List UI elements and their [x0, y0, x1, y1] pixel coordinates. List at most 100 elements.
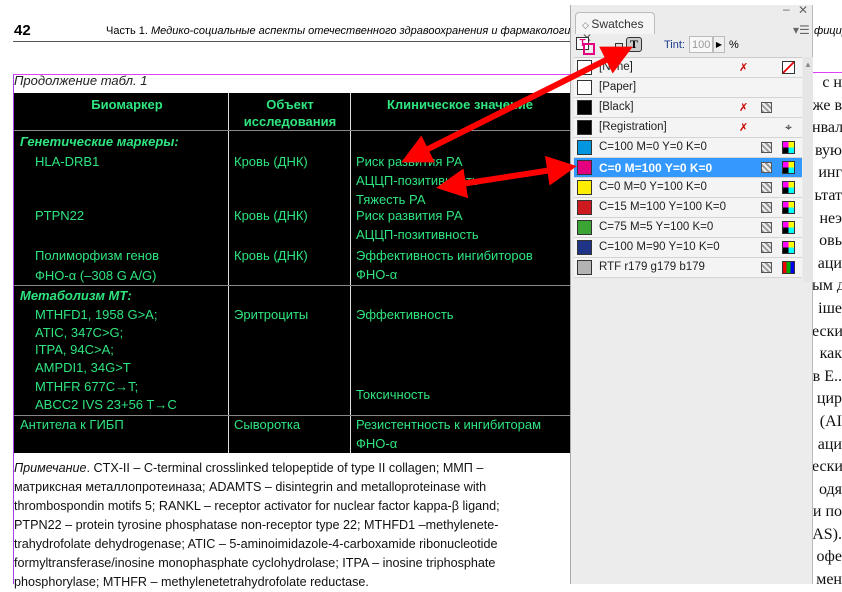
- minimize-icon[interactable]: –: [783, 2, 790, 16]
- process-color-icon: [761, 222, 772, 233]
- object-cell: Эритроциты: [234, 307, 309, 322]
- running-head-title: Медико-социальные аспекты отечественного…: [151, 25, 577, 37]
- swatch-name: C=0 M=0 Y=100 K=0: [599, 181, 707, 193]
- swatch-name: [None]: [599, 61, 633, 73]
- table-note[interactable]: Примечание. CTX-II – C-terminal crosslin…: [14, 459, 570, 592]
- close-panel-icon[interactable]: ✕: [798, 3, 808, 17]
- row-divider: [14, 285, 570, 286]
- body-text-line: офе: [816, 548, 842, 566]
- object-cell: Сыворотка: [234, 417, 301, 432]
- cmyk-mode-icon: [782, 161, 795, 174]
- swatch-name: [Registration]: [599, 121, 667, 133]
- note-text: PTPN22 – protein tyrosine phosphatase no…: [14, 518, 499, 532]
- body-text-line: аци: [817, 435, 842, 453]
- clinical-value-cell: АЦЦП-позитивность: [356, 173, 479, 188]
- cmyk-mode-icon: [782, 181, 795, 194]
- note-text: . CTX-II – C-terminal crosslinked telope…: [86, 461, 484, 475]
- swatch-row[interactable]: C=15 M=100 Y=100 K=0: [574, 198, 802, 218]
- swatch-color-chip: [577, 100, 592, 115]
- swatch-row[interactable]: C=0 M=0 Y=100 K=0: [574, 178, 802, 198]
- swatch-row[interactable]: RTF r179 g179 b179: [574, 258, 802, 278]
- object-cell: Кровь (ДНК): [234, 208, 308, 223]
- biomarker-cell: Антитела к ГИБП: [20, 417, 124, 432]
- note-line: thrombospondin motifs 5; RANKL – recepto…: [14, 497, 570, 516]
- swatch-row[interactable]: C=100 M=0 Y=0 K=0: [574, 138, 802, 158]
- swatches-panel[interactable]: – ✕ ◇ Swatches ✕ ▾☰ T T Tint: 100 ▶ % [N…: [570, 2, 813, 584]
- right-column-text[interactable]: с н же в нвал вую инг ьтат неэ овь аци ым д іше еск…: [812, 72, 842, 592]
- swatch-color-chip: [577, 120, 592, 135]
- body-text-line: ески: [812, 458, 842, 476]
- no-edit-icon: ✗: [739, 102, 749, 114]
- panel-menu-icon[interactable]: ▾☰: [793, 23, 810, 37]
- body-text-line: с н: [822, 74, 842, 91]
- tab-swatches[interactable]: ◇ Swatches ✕: [575, 12, 655, 45]
- swatch-row[interactable]: [Paper]: [574, 78, 802, 98]
- body-text-line: аци: [817, 254, 842, 272]
- body-text-line: же в: [812, 96, 842, 114]
- swatch-color-chip: [577, 180, 592, 195]
- swatch-color-chip: [577, 240, 592, 255]
- object-cell: Кровь (ДНК): [234, 154, 308, 169]
- body-text-line: неэ: [819, 209, 842, 227]
- body-text-line: ым д: [812, 277, 842, 295]
- body-text-line: (AI: [819, 412, 842, 430]
- process-color-icon: [761, 142, 772, 153]
- biomarker-cell: ABCC2 IVS 23+56 T→C: [35, 396, 177, 412]
- swatch-list[interactable]: [None] ✗ [Paper] [Black] ✗ [Registration] ✗ ⌖ C=…: [574, 57, 802, 278]
- note-line: матриксная металлопротеиназа; ADAMTS – d…: [14, 478, 570, 497]
- note-line: trahydrofolate dehydrogenase; ATIC – 5-a…: [14, 535, 570, 554]
- swatch-row[interactable]: C=0 M=100 Y=0 K=0: [574, 158, 802, 178]
- swatch-row[interactable]: [Registration] ✗ ⌖: [574, 118, 802, 138]
- header-clinical: Клиническое значение: [386, 97, 534, 112]
- body-text-line: одя: [818, 480, 842, 498]
- tint-slider-button[interactable]: ▶: [713, 36, 725, 53]
- object-cell: Кровь (ДНК): [234, 248, 308, 263]
- body-text-line: инг: [818, 164, 842, 182]
- biomarker-cell: ATIC, 347C>G;: [35, 324, 124, 340]
- formatting-text-icon[interactable]: T: [626, 37, 642, 52]
- body-text-line: и по: [812, 503, 842, 521]
- process-color-icon: [761, 102, 772, 113]
- note-label: Примечание: [14, 461, 87, 475]
- formatting-container-icon[interactable]: [615, 43, 623, 51]
- clinical-value-cell: АЦЦП-позитивность: [356, 227, 479, 242]
- running-head: Часть 1. Медико-социальные аспекты отече…: [106, 25, 577, 37]
- tab-label: Swatches: [591, 17, 644, 31]
- swatch-row[interactable]: [None] ✗: [574, 58, 802, 78]
- clinical-value-cell: ФНО-α: [356, 436, 398, 451]
- biomarker-cell: Полиморфизм генов: [35, 248, 160, 263]
- biomarker-cell: AMPDI1, 34G>T: [35, 359, 131, 375]
- no-edit-icon: ✗: [739, 122, 749, 134]
- swatch-color-chip: [577, 80, 592, 95]
- note-line: phosphorylase; MTHFR – methylenetetrahyd…: [14, 573, 570, 592]
- swatch-color-chip: [577, 220, 592, 235]
- cmyk-mode-icon: [782, 241, 795, 254]
- section-label: Генетические маркеры:: [20, 134, 179, 149]
- scroll-up-icon[interactable]: ▲: [803, 60, 813, 69]
- body-text-line: ьтат: [814, 186, 842, 204]
- biomarker-cell: PTPN22: [35, 208, 85, 223]
- swatch-name: RTF r179 g179 b179: [599, 261, 705, 273]
- note-text: formyltransferase/inosine monophasphate …: [14, 556, 496, 570]
- swatch-name: C=100 M=90 Y=10 K=0: [599, 241, 720, 253]
- swatch-row[interactable]: C=100 M=90 Y=10 K=0: [574, 238, 802, 258]
- registration-icon: ⌖: [785, 120, 792, 134]
- scrollbar[interactable]: ▲: [803, 57, 813, 282]
- rgb-mode-icon: [782, 261, 795, 274]
- swatch-row[interactable]: C=75 M=5 Y=100 K=0: [574, 218, 802, 238]
- cmyk-mode-icon: [782, 201, 795, 214]
- running-head-prefix: Часть 1.: [106, 25, 152, 37]
- clinical-value-cell: Эффективность ингибиторов: [356, 248, 533, 263]
- biomarker-table[interactable]: Биомаркер Объект исследования Клиническое …: [14, 93, 570, 453]
- body-text-line: как: [819, 345, 842, 363]
- swatch-name: C=75 M=5 Y=100 K=0: [599, 221, 714, 233]
- process-color-icon: [761, 162, 772, 173]
- stroke-icon[interactable]: [583, 43, 595, 55]
- body-text-line: в Е..: [812, 367, 842, 385]
- body-text-line: AS).: [812, 525, 842, 543]
- swatch-color-chip: [577, 60, 592, 75]
- body-text-line: іше: [818, 299, 842, 317]
- tint-input[interactable]: 100: [689, 36, 713, 53]
- clinical-value-cell: Тяжесть РА: [356, 192, 426, 207]
- swatch-row[interactable]: [Black] ✗: [574, 98, 802, 118]
